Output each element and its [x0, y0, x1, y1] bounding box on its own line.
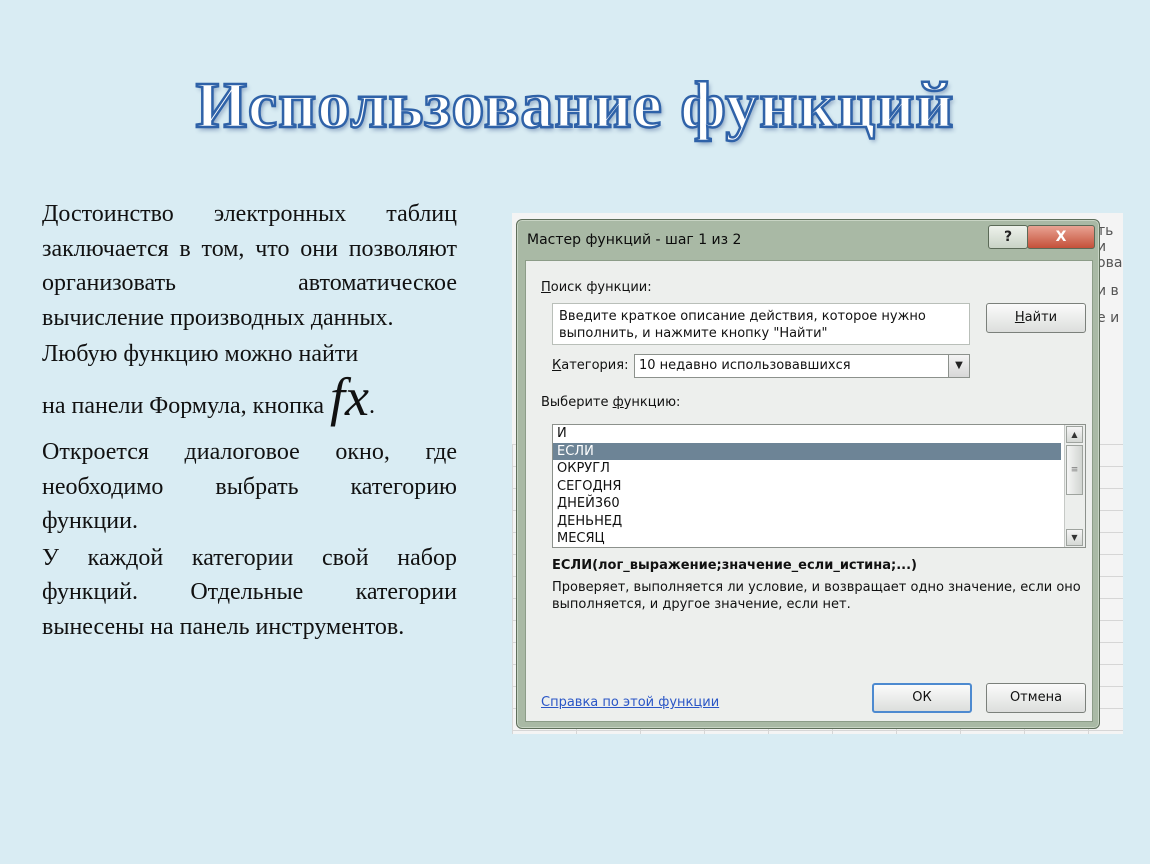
function-list-item[interactable]: СЕГОДНЯ	[553, 478, 1061, 496]
slide-title: Использование функций	[194, 68, 955, 144]
fx-icon: fx	[329, 366, 369, 427]
scroll-down-icon[interactable]: ▼	[1066, 529, 1083, 546]
cancel-button[interactable]: Отмена	[986, 683, 1086, 713]
function-wizard-screenshot: ть и ова и в е и Мастер функций - шаг 1 …	[512, 213, 1123, 734]
function-list-item-selected[interactable]: ЕСЛИ	[553, 442, 1061, 460]
category-value: 10 недавно использовавшихся	[639, 358, 851, 373]
fx-tail: .	[368, 392, 375, 419]
find-button[interactable]: Найти	[986, 303, 1086, 333]
slide-body-text: Достоинство электронных таблиц заключает…	[42, 197, 457, 644]
search-label: Поиск функции:	[541, 280, 652, 295]
category-select[interactable]: 10 недавно использовавшихся ▼	[634, 354, 970, 378]
select-function-label: Выберите функцию:	[541, 395, 681, 410]
function-list-item[interactable]: И	[553, 425, 1061, 443]
function-list-item[interactable]: ОКРУГЛ	[553, 460, 1061, 478]
dropdown-arrow-icon[interactable]: ▼	[948, 355, 969, 377]
function-signature: ЕСЛИ(лог_выражение;значение_если_истина;…	[552, 558, 917, 573]
function-wizard-dialog: Мастер функций - шаг 1 из 2 ? X Поиск фу…	[516, 219, 1100, 729]
function-description: Проверяет, выполняется ли условие, и воз…	[552, 580, 1081, 612]
sheet-cell-text: и в	[1097, 283, 1119, 299]
paragraph-categories: У каждой категории свой набор функций. О…	[42, 544, 457, 640]
function-list-item[interactable]: МЕСЯЦ	[553, 530, 1061, 547]
paragraph-advantage: Достоинство электронных таблиц заключает…	[42, 201, 457, 331]
dialog-titlebar[interactable]: Мастер функций - шаг 1 из 2 ? X	[517, 220, 1099, 260]
paragraph-dialog-opens: Откроется диалоговое окно, где необходим…	[42, 439, 457, 534]
list-scrollbar[interactable]: ▲ ≡ ▼	[1064, 425, 1085, 547]
search-input[interactable]: Введите краткое описание действия, котор…	[552, 303, 970, 345]
sheet-cell-text: ова	[1097, 255, 1123, 271]
help-button[interactable]: ?	[988, 225, 1028, 249]
ok-button[interactable]: ОК	[872, 683, 972, 713]
sheet-cell-text: е и	[1097, 310, 1120, 326]
scroll-thumb[interactable]: ≡	[1066, 445, 1083, 495]
category-label: Категория:	[552, 358, 629, 373]
dialog-title: Мастер функций - шаг 1 из 2	[527, 232, 742, 248]
dialog-client-area: Поиск функции: Введите краткое описание …	[525, 260, 1093, 722]
close-button[interactable]: X	[1027, 225, 1095, 249]
function-list-item[interactable]: ДНЕЙ360	[553, 495, 1061, 513]
scroll-up-icon[interactable]: ▲	[1066, 426, 1083, 443]
paragraph-formula-panel: на панели Формула, кнопка fx.	[42, 370, 457, 424]
function-list-item[interactable]: ДЕНЬНЕД	[553, 513, 1061, 531]
sheet-cell-text: ть и	[1097, 223, 1114, 255]
function-help-link[interactable]: Справка по этой функции	[541, 695, 719, 710]
paragraph-find-function: Любую функцию можно найти	[42, 341, 359, 367]
formula-panel-text: на панели Формула, кнопка	[42, 392, 324, 419]
function-list[interactable]: И ЕСЛИ ОКРУГЛ СЕГОДНЯ ДНЕЙ360 ДЕНЬНЕД МЕ…	[552, 424, 1086, 548]
